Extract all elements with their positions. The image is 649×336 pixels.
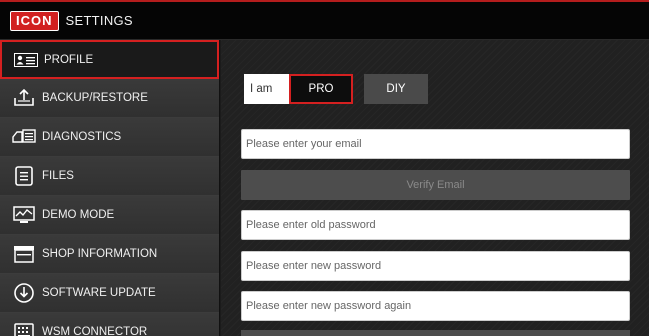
sidebar-item-label: WSM CONNECTOR xyxy=(42,326,148,336)
sidebar-item-label: SHOP INFORMATION xyxy=(42,248,158,260)
sidebar-item-label: FILES xyxy=(42,170,74,182)
page-title: SETTINGS xyxy=(65,13,133,28)
sidebar-item-wsm-connector[interactable]: WSM CONNECTOR xyxy=(0,313,219,336)
profile-card-icon xyxy=(14,50,38,70)
icon-logo: ICON xyxy=(10,10,59,31)
sidebar-item-label: DEMO MODE xyxy=(42,209,115,221)
sidebar-item-label: PROFILE xyxy=(44,53,94,66)
sidebar-item-label: SOFTWARE UPDATE xyxy=(42,287,156,299)
new-password-again-field[interactable] xyxy=(241,291,630,321)
wsm-connector-icon xyxy=(12,322,36,336)
demo-monitor-icon xyxy=(12,205,36,225)
role-label: I am xyxy=(244,74,289,104)
role-selector: I am PRO DIY xyxy=(244,74,428,104)
sidebar-item-files[interactable]: FILES xyxy=(0,157,219,196)
sidebar-item-shop-information[interactable]: SHOP INFORMATION xyxy=(0,235,219,274)
files-icon xyxy=(12,166,36,186)
sidebar-item-label: DIAGNOSTICS xyxy=(42,131,122,143)
shop-icon xyxy=(12,244,36,264)
settings-sidebar: PROFILE BACKUP/RESTORE DIAGNOSTICS FILES… xyxy=(0,40,220,336)
sidebar-item-software-update[interactable]: SOFTWARE UPDATE xyxy=(0,274,219,313)
new-password-field[interactable] xyxy=(241,251,630,281)
sidebar-item-demo-mode[interactable]: DEMO MODE xyxy=(0,196,219,235)
email-field[interactable] xyxy=(241,129,630,159)
sidebar-item-label: BACKUP/RESTORE xyxy=(42,92,148,104)
save-button[interactable] xyxy=(241,330,630,336)
sidebar-item-diagnostics[interactable]: DIAGNOSTICS xyxy=(0,118,219,157)
software-update-icon xyxy=(12,283,36,303)
old-password-field[interactable] xyxy=(241,210,630,240)
backup-restore-icon xyxy=(12,88,36,108)
sidebar-item-profile[interactable]: PROFILE xyxy=(0,40,219,79)
role-pro-button[interactable]: PRO xyxy=(289,74,353,104)
diagnostics-truck-icon xyxy=(12,127,36,147)
sidebar-item-backup-restore[interactable]: BACKUP/RESTORE xyxy=(0,79,219,118)
role-diy-button[interactable]: DIY xyxy=(364,74,428,104)
profile-panel: I am PRO DIY Verify Email xyxy=(221,40,649,336)
verify-email-button[interactable]: Verify Email xyxy=(241,170,630,200)
title-bar: ICON SETTINGS xyxy=(0,0,649,40)
